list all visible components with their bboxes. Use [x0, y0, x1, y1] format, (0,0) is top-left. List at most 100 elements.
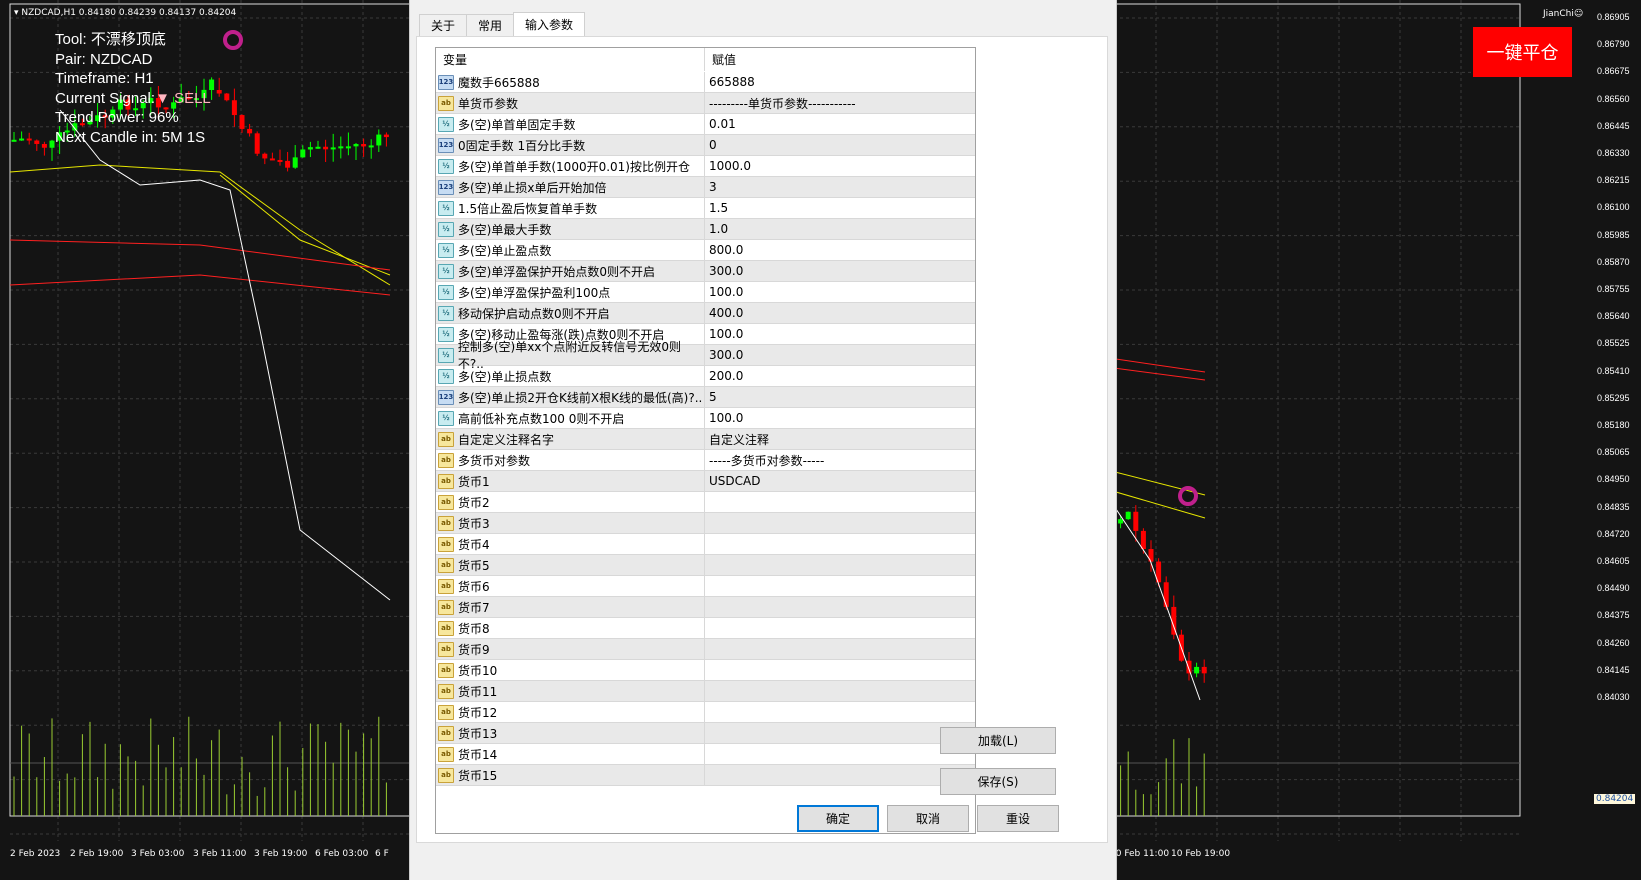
param-name: 多(空)单止损x单后开始加倍 — [458, 180, 607, 195]
param-row[interactable]: ab 货币12 — [436, 702, 975, 723]
param-value[interactable] — [705, 534, 975, 554]
param-row[interactable]: ½ 高前低补充点数100 0则不开启 100.0 — [436, 408, 975, 429]
time-tick-label: 3 Feb 03:00 — [131, 849, 185, 859]
param-value[interactable]: 0 — [705, 135, 975, 155]
param-value[interactable]: 0.01 — [705, 114, 975, 134]
tab-about[interactable]: 关于 — [419, 14, 468, 36]
param-value[interactable]: 200.0 — [705, 366, 975, 386]
param-row[interactable]: ab 货币8 — [436, 618, 975, 639]
param-value[interactable]: 400.0 — [705, 303, 975, 323]
param-row[interactable]: 123 多(空)单止损x单后开始加倍 3 — [436, 177, 975, 198]
param-name: 移动保护启动点数0则不开启 — [458, 306, 610, 321]
param-value[interactable] — [705, 555, 975, 575]
param-row[interactable]: ½ 多(空)单首单固定手数 0.01 — [436, 114, 975, 135]
param-row[interactable]: ½ 多(空)单止损点数 200.0 — [436, 366, 975, 387]
param-row[interactable]: ab 货币13 — [436, 723, 975, 744]
param-value[interactable]: 1000.0 — [705, 156, 975, 176]
tab-common[interactable]: 常用 — [466, 14, 515, 36]
column-variable[interactable]: 变量 — [436, 48, 705, 71]
param-row[interactable]: ab 多货币对参数 -----多货币对参数----- — [436, 450, 975, 471]
param-row[interactable]: ab 货币14 — [436, 744, 975, 765]
param-row[interactable]: ab 货币11 — [436, 681, 975, 702]
param-value[interactable]: USDCAD — [705, 471, 975, 491]
ok-button[interactable]: 确定 — [797, 805, 879, 832]
param-row[interactable]: ½ 多(空)单止盈点数 800.0 — [436, 240, 975, 261]
param-name: 货币13 — [458, 726, 498, 741]
param-row[interactable]: ½ 多(空)单浮盈保护开始点数0则不开启 300.0 — [436, 261, 975, 282]
param-row[interactable]: ab 货币6 — [436, 576, 975, 597]
param-value[interactable]: 300.0 — [705, 345, 975, 365]
param-row[interactable]: ab 货币2 — [436, 492, 975, 513]
load-button[interactable]: 加载(L) — [940, 727, 1056, 754]
param-value[interactable]: 自定义注释 — [705, 429, 975, 449]
param-row[interactable]: ab 货币4 — [436, 534, 975, 555]
param-row[interactable]: ab 货币1 USDCAD — [436, 471, 975, 492]
param-value[interactable] — [705, 639, 975, 659]
param-row[interactable]: ab 自定定义注释名字 自定义注释 — [436, 429, 975, 450]
param-row[interactable]: ½ 多(空)单浮盈保护盈利100点 100.0 — [436, 282, 975, 303]
param-value[interactable] — [705, 618, 975, 638]
params-table[interactable]: 变量 赋值 123 魔数手665888 665888 ab 单货币参数 ---------… — [435, 47, 976, 834]
param-value[interactable] — [705, 723, 975, 743]
param-value[interactable] — [705, 492, 975, 512]
param-value[interactable]: 3 — [705, 177, 975, 197]
param-value[interactable] — [705, 702, 975, 722]
param-name-cell: ½ 多(空)单首单固定手数 — [436, 114, 705, 134]
tab-inputs[interactable]: 输入参数 — [513, 12, 586, 36]
param-row[interactable]: ab 货币15 — [436, 765, 975, 786]
current-price-label: 0.84204 — [1594, 794, 1636, 804]
param-row[interactable]: ab 货币5 — [436, 555, 975, 576]
param-value[interactable] — [705, 660, 975, 680]
param-row[interactable]: ab 单货币参数 ---------单货币参数----------- — [436, 93, 975, 114]
param-row[interactable]: ½ 多(空)单首单手数(1000开0.01)按比例开仓 1000.0 — [436, 156, 975, 177]
param-value[interactable]: 1.0 — [705, 219, 975, 239]
param-value[interactable]: 1.5 — [705, 198, 975, 218]
param-value[interactable]: ---------单货币参数----------- — [705, 93, 975, 113]
param-row[interactable]: ab 货币10 — [436, 660, 975, 681]
candle-body — [34, 140, 40, 144]
param-value[interactable]: 100.0 — [705, 282, 975, 302]
param-name: 货币11 — [458, 684, 498, 699]
signal-label: Current Signal: — [55, 89, 156, 107]
param-row[interactable]: ½ 1.5倍止盈后恢复首单手数 1.5 — [436, 198, 975, 219]
param-value[interactable] — [705, 681, 975, 701]
time-tick-label: 10 Feb 11:00 — [1110, 849, 1170, 859]
column-value[interactable]: 赋值 — [705, 48, 975, 71]
param-row[interactable]: ½ 移动保护启动点数0则不开启 400.0 — [436, 303, 975, 324]
param-value[interactable] — [705, 576, 975, 596]
param-value[interactable]: 665888 — [705, 72, 975, 92]
string-type-icon: ab — [438, 620, 454, 636]
param-value[interactable] — [705, 597, 975, 617]
param-value[interactable]: 800.0 — [705, 240, 975, 260]
string-type-icon: ab — [438, 515, 454, 531]
param-value[interactable]: 100.0 — [705, 324, 975, 344]
save-button[interactable]: 保存(S) — [940, 768, 1056, 795]
candle-body — [338, 146, 344, 149]
param-row[interactable]: ab 货币7 — [436, 597, 975, 618]
param-row[interactable]: ab 货币3 — [436, 513, 975, 534]
param-value[interactable] — [705, 513, 975, 533]
param-value[interactable]: 100.0 — [705, 408, 975, 428]
param-row[interactable]: 123 魔数手665888 665888 — [436, 72, 975, 93]
param-row[interactable]: ½ 控制多(空)单xx个点附近反转信号无效0则不?.. 300.0 — [436, 340, 975, 371]
param-row[interactable]: 123 0固定手数 1百分比手数 0 — [436, 135, 975, 156]
param-value[interactable] — [705, 765, 975, 785]
time-tick-label: 6 F — [375, 849, 389, 859]
indicator-info-panel: Tool: 不漂移顶底 Pair: NZDCAD Timeframe: H1 C… — [55, 30, 211, 147]
price-tick-label: 0.84030 — [1597, 692, 1630, 702]
cancel-button[interactable]: 取消 — [887, 805, 969, 832]
param-value[interactable] — [705, 744, 975, 764]
param-name: 货币3 — [458, 516, 490, 531]
param-value[interactable]: -----多货币对参数----- — [705, 450, 975, 470]
param-row[interactable]: 123 多(空)单止损2开仓K线前X根K线的最低(高)?.. 5 — [436, 387, 975, 408]
param-row[interactable]: ½ 多(空)单最大手数 1.0 — [436, 219, 975, 240]
close-all-button[interactable]: 一键平仓 — [1473, 27, 1572, 77]
param-name: 货币9 — [458, 642, 490, 657]
param-name: 0固定手数 1百分比手数 — [458, 138, 586, 153]
param-row[interactable]: ab 货币9 — [436, 639, 975, 660]
reset-button[interactable]: 重设 — [977, 805, 1059, 832]
param-name-cell: ½ 多(空)单止损点数 — [436, 366, 705, 386]
param-value[interactable]: 5 — [705, 387, 975, 407]
info-signal: Current Signal:▼ SELL — [55, 89, 211, 109]
param-value[interactable]: 300.0 — [705, 261, 975, 281]
